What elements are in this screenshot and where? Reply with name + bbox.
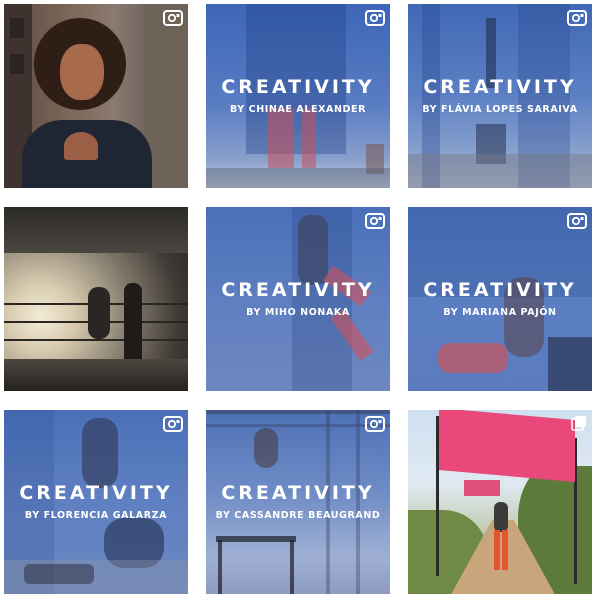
post-byline: BY FLÁVIA LOPES SARAIVA (422, 104, 578, 115)
post-image (4, 4, 188, 188)
multiple-images-icon (571, 416, 586, 431)
post-caption: CREATIVITY BY FLORENCIA GALARZA (4, 482, 188, 521)
post-byline: BY CASSANDRE BEAUGRAND (215, 510, 381, 521)
post-title: CREATIVITY (221, 482, 375, 504)
video-camera-icon (567, 10, 587, 26)
video-camera-icon (365, 10, 385, 26)
post-caption: CREATIVITY BY FLÁVIA LOPES SARAIVA (408, 76, 592, 115)
post-caption: CREATIVITY BY MIHO NONAKA (206, 279, 390, 318)
post-title: CREATIVITY (221, 76, 375, 98)
post-byline: BY FLORENCIA GALARZA (24, 510, 168, 521)
video-camera-icon (163, 416, 183, 432)
post-tile[interactable]: CREATIVITY BY FLORENCIA GALARZA (4, 410, 188, 594)
post-title: CREATIVITY (423, 279, 577, 301)
video-camera-icon (567, 213, 587, 229)
video-camera-icon (365, 213, 385, 229)
post-title: CREATIVITY (221, 279, 375, 301)
post-caption: CREATIVITY BY CASSANDRE BEAUGRAND (206, 482, 390, 521)
post-image (408, 410, 592, 594)
post-byline: BY MIHO NONAKA (246, 307, 350, 318)
post-tile[interactable]: CREATIVITY BY CASSANDRE BEAUGRAND (206, 410, 390, 594)
post-image (4, 207, 188, 391)
post-title: CREATIVITY (423, 76, 577, 98)
post-byline: BY MARIANA PAJÓN (443, 307, 557, 318)
post-tile[interactable]: CREATIVITY BY MARIANA PAJÓN (408, 207, 592, 391)
post-grid: CREATIVITY BY CHINAE ALEXANDER CREATIVIT… (0, 0, 598, 600)
post-tile[interactable]: CREATIVITY BY FLÁVIA LOPES SARAIVA (408, 4, 592, 188)
post-tile[interactable] (4, 207, 188, 391)
post-tile[interactable] (4, 4, 188, 188)
banner-graphic (439, 410, 575, 482)
video-camera-icon (365, 416, 385, 432)
post-caption: CREATIVITY BY MARIANA PAJÓN (408, 279, 592, 318)
post-tile[interactable]: CREATIVITY BY CHINAE ALEXANDER (206, 4, 390, 188)
post-title: CREATIVITY (19, 482, 173, 504)
post-tile[interactable] (408, 410, 592, 594)
video-camera-icon (163, 10, 183, 26)
post-tile[interactable]: CREATIVITY BY MIHO NONAKA (206, 207, 390, 391)
post-byline: BY CHINAE ALEXANDER (229, 104, 367, 115)
post-caption: CREATIVITY BY CHINAE ALEXANDER (206, 76, 390, 115)
